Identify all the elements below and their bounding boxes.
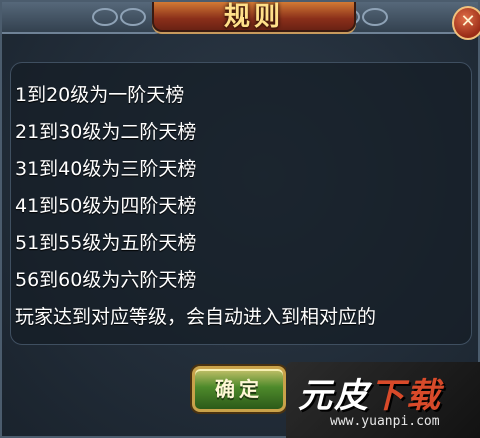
rule-line: 31到40级为三阶天榜 — [15, 158, 197, 180]
rule-line: 41到50级为四阶天榜 — [15, 195, 197, 217]
scroll-ornament-icon — [362, 8, 388, 26]
dialog-title: 规则 — [223, 2, 284, 32]
scroll-ornament-icon — [120, 8, 146, 26]
watermark-logo-text: 元皮下载 — [298, 368, 442, 417]
scroll-ornament-icon — [92, 8, 118, 26]
confirm-button[interactable]: 确定 — [192, 366, 286, 412]
rule-line: 21到30级为二阶天榜 — [15, 121, 197, 143]
close-button[interactable]: ✕ — [452, 6, 480, 40]
rule-line: 玩家达到对应等级，会自动进入到相对应的 — [15, 306, 377, 328]
close-icon: ✕ — [460, 11, 476, 32]
rule-line: 1到20级为一阶天榜 — [15, 84, 185, 106]
rule-line: 56到60级为六阶天榜 — [15, 269, 197, 291]
watermark-text-accent: 下载 — [370, 376, 442, 416]
watermark-text-main: 元皮 — [298, 376, 370, 416]
confirm-button-label: 确定 — [215, 377, 263, 401]
rule-line: 51到55级为五阶天榜 — [15, 232, 197, 254]
site-watermark: 元皮下载 www.yuanpi.com — [286, 362, 480, 438]
header-ornament-left — [2, 2, 172, 34]
watermark-url: www.yuanpi.com — [330, 414, 440, 429]
rules-list: 1到20级为一阶天榜 21到30级为二阶天榜 31到40级为三阶天榜 41到50… — [15, 77, 376, 336]
title-plate: 规则 — [152, 2, 356, 32]
rules-panel: 1到20级为一阶天榜 21到30级为二阶天榜 31到40级为三阶天榜 41到50… — [10, 62, 472, 345]
